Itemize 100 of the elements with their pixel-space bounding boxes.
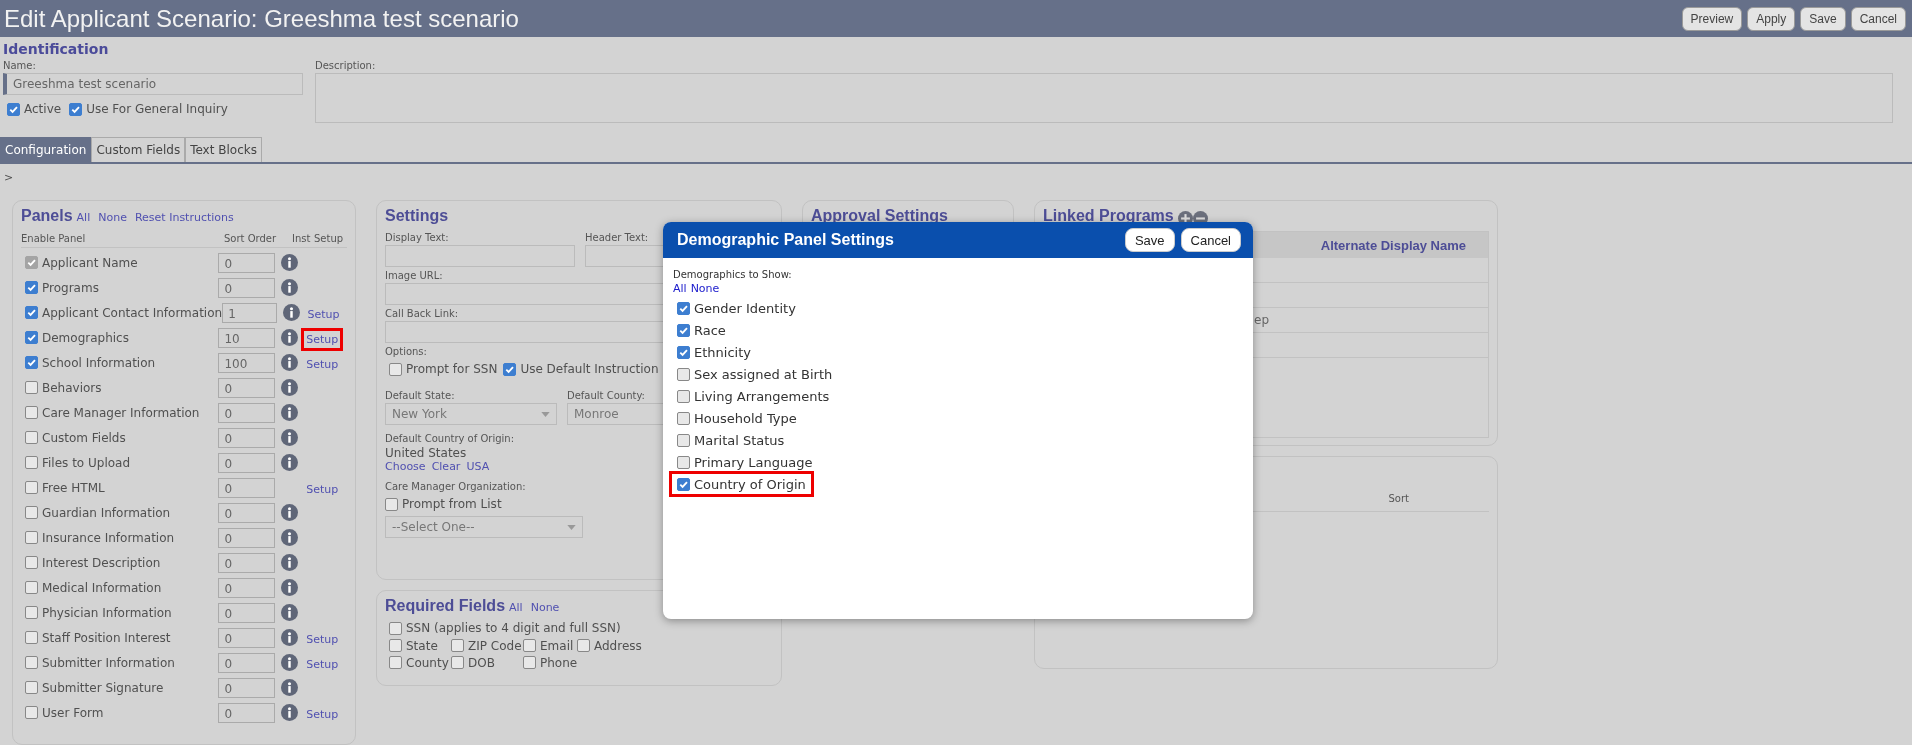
link[interactable]: Choose <box>385 460 426 473</box>
header-button[interactable]: Cancel <box>1850 6 1906 31</box>
checkbox[interactable] <box>677 477 690 491</box>
checkbox[interactable] <box>677 323 690 337</box>
checkbox[interactable] <box>389 362 402 376</box>
info-icon[interactable] <box>281 279 299 296</box>
link[interactable]: All <box>509 601 523 614</box>
link[interactable]: USA <box>466 460 490 473</box>
sort-order-field[interactable]: 0 <box>218 702 276 723</box>
sort-order-field[interactable]: 0 <box>218 377 276 398</box>
checkbox[interactable] <box>25 631 38 644</box>
checkbox[interactable] <box>451 656 464 669</box>
checkbox[interactable] <box>677 345 690 359</box>
info-icon[interactable] <box>281 454 299 471</box>
checkbox[interactable] <box>577 639 590 652</box>
text-field[interactable] <box>385 245 575 267</box>
info-icon[interactable] <box>282 304 300 321</box>
sort-order-field[interactable]: 0 <box>218 402 276 423</box>
organization-select[interactable]: --Select One-- <box>385 516 583 538</box>
info-icon[interactable] <box>281 704 299 721</box>
checkbox[interactable] <box>503 362 517 376</box>
name-field[interactable]: Greeshma test scenario <box>3 73 303 95</box>
setup-link[interactable]: Setup <box>304 630 341 648</box>
setup-link[interactable]: Setup <box>304 655 341 673</box>
checkbox[interactable] <box>523 656 536 669</box>
description-field[interactable] <box>315 73 1893 123</box>
header-button[interactable]: Apply <box>1747 6 1796 31</box>
info-icon[interactable] <box>281 604 299 621</box>
setup-link[interactable]: Setup <box>304 355 341 373</box>
checkbox[interactable] <box>385 497 398 511</box>
tab[interactable]: Text Blocks <box>185 137 262 162</box>
checkbox[interactable] <box>25 456 38 469</box>
checkbox[interactable] <box>7 102 20 116</box>
checkbox[interactable] <box>25 556 38 569</box>
setup-link[interactable]: Setup <box>304 330 341 348</box>
checkbox[interactable] <box>389 621 402 635</box>
checkbox[interactable] <box>25 706 38 719</box>
dialog-button[interactable]: Save <box>1124 228 1175 252</box>
info-icon[interactable] <box>281 429 299 446</box>
dialog-button[interactable]: Cancel <box>1180 228 1241 252</box>
sort-order-field[interactable]: 0 <box>218 552 276 573</box>
sort-order-field[interactable]: 0 <box>218 527 276 548</box>
checkbox[interactable] <box>389 639 402 652</box>
checkbox[interactable] <box>677 389 690 403</box>
checkbox[interactable] <box>677 301 690 315</box>
link[interactable]: None <box>98 211 127 224</box>
info-icon[interactable] <box>281 379 299 396</box>
checkbox[interactable] <box>25 681 38 694</box>
checkbox[interactable] <box>523 639 536 652</box>
header-button[interactable]: Save <box>1800 6 1846 31</box>
link[interactable]: Reset Instructions <box>134 211 234 224</box>
checkbox[interactable] <box>25 606 38 619</box>
tab[interactable]: Configuration <box>0 137 92 162</box>
checkbox[interactable] <box>25 481 38 494</box>
info-icon[interactable] <box>281 579 299 596</box>
checkbox[interactable] <box>25 306 38 319</box>
checkbox[interactable] <box>25 281 38 294</box>
setup-link[interactable]: Setup <box>305 305 342 323</box>
checkbox[interactable] <box>25 506 38 519</box>
checkbox[interactable] <box>25 381 38 394</box>
setup-link[interactable]: Setup <box>304 480 341 498</box>
state-select[interactable]: New York <box>385 403 557 425</box>
sort-order-field[interactable]: 100 <box>218 352 276 373</box>
header-button[interactable]: Preview <box>1681 6 1743 31</box>
checkbox[interactable] <box>451 639 464 652</box>
info-icon[interactable] <box>281 404 299 421</box>
info-icon[interactable] <box>281 654 299 671</box>
sort-order-field[interactable]: 0 <box>218 477 276 498</box>
info-icon[interactable] <box>281 329 299 346</box>
sort-order-field[interactable]: 0 <box>218 427 276 448</box>
info-icon[interactable] <box>281 354 299 371</box>
info-icon[interactable] <box>281 529 299 546</box>
link[interactable]: All <box>76 211 91 224</box>
info-icon[interactable] <box>281 629 299 646</box>
checkbox[interactable] <box>69 102 83 116</box>
link[interactable]: None <box>530 601 560 614</box>
setup-link[interactable]: Setup <box>304 705 341 723</box>
checkbox[interactable] <box>677 455 690 469</box>
checkbox[interactable] <box>25 406 38 419</box>
checkbox[interactable] <box>25 431 38 444</box>
checkbox[interactable] <box>25 656 38 669</box>
sort-order-field[interactable]: 0 <box>218 452 276 473</box>
checkbox[interactable] <box>25 581 38 594</box>
sort-order-field[interactable]: 0 <box>218 652 276 673</box>
checkbox[interactable] <box>677 367 690 381</box>
sort-order-field[interactable]: 0 <box>218 502 276 523</box>
sort-order-field[interactable]: 0 <box>218 602 276 623</box>
checkbox[interactable] <box>25 531 38 544</box>
sort-order-field[interactable]: 10 <box>218 327 276 348</box>
checkbox[interactable] <box>25 331 38 344</box>
sort-order-field[interactable]: 0 <box>218 677 276 698</box>
info-icon[interactable] <box>281 504 299 521</box>
info-icon[interactable] <box>281 554 299 571</box>
checkbox[interactable] <box>25 356 38 369</box>
info-icon[interactable] <box>281 679 299 696</box>
checkbox[interactable] <box>677 411 690 425</box>
sort-order-field[interactable]: 1 <box>222 302 278 323</box>
sort-order-field[interactable]: 0 <box>218 277 276 298</box>
sort-order-field[interactable]: 0 <box>218 577 276 598</box>
checkbox[interactable] <box>677 433 690 447</box>
